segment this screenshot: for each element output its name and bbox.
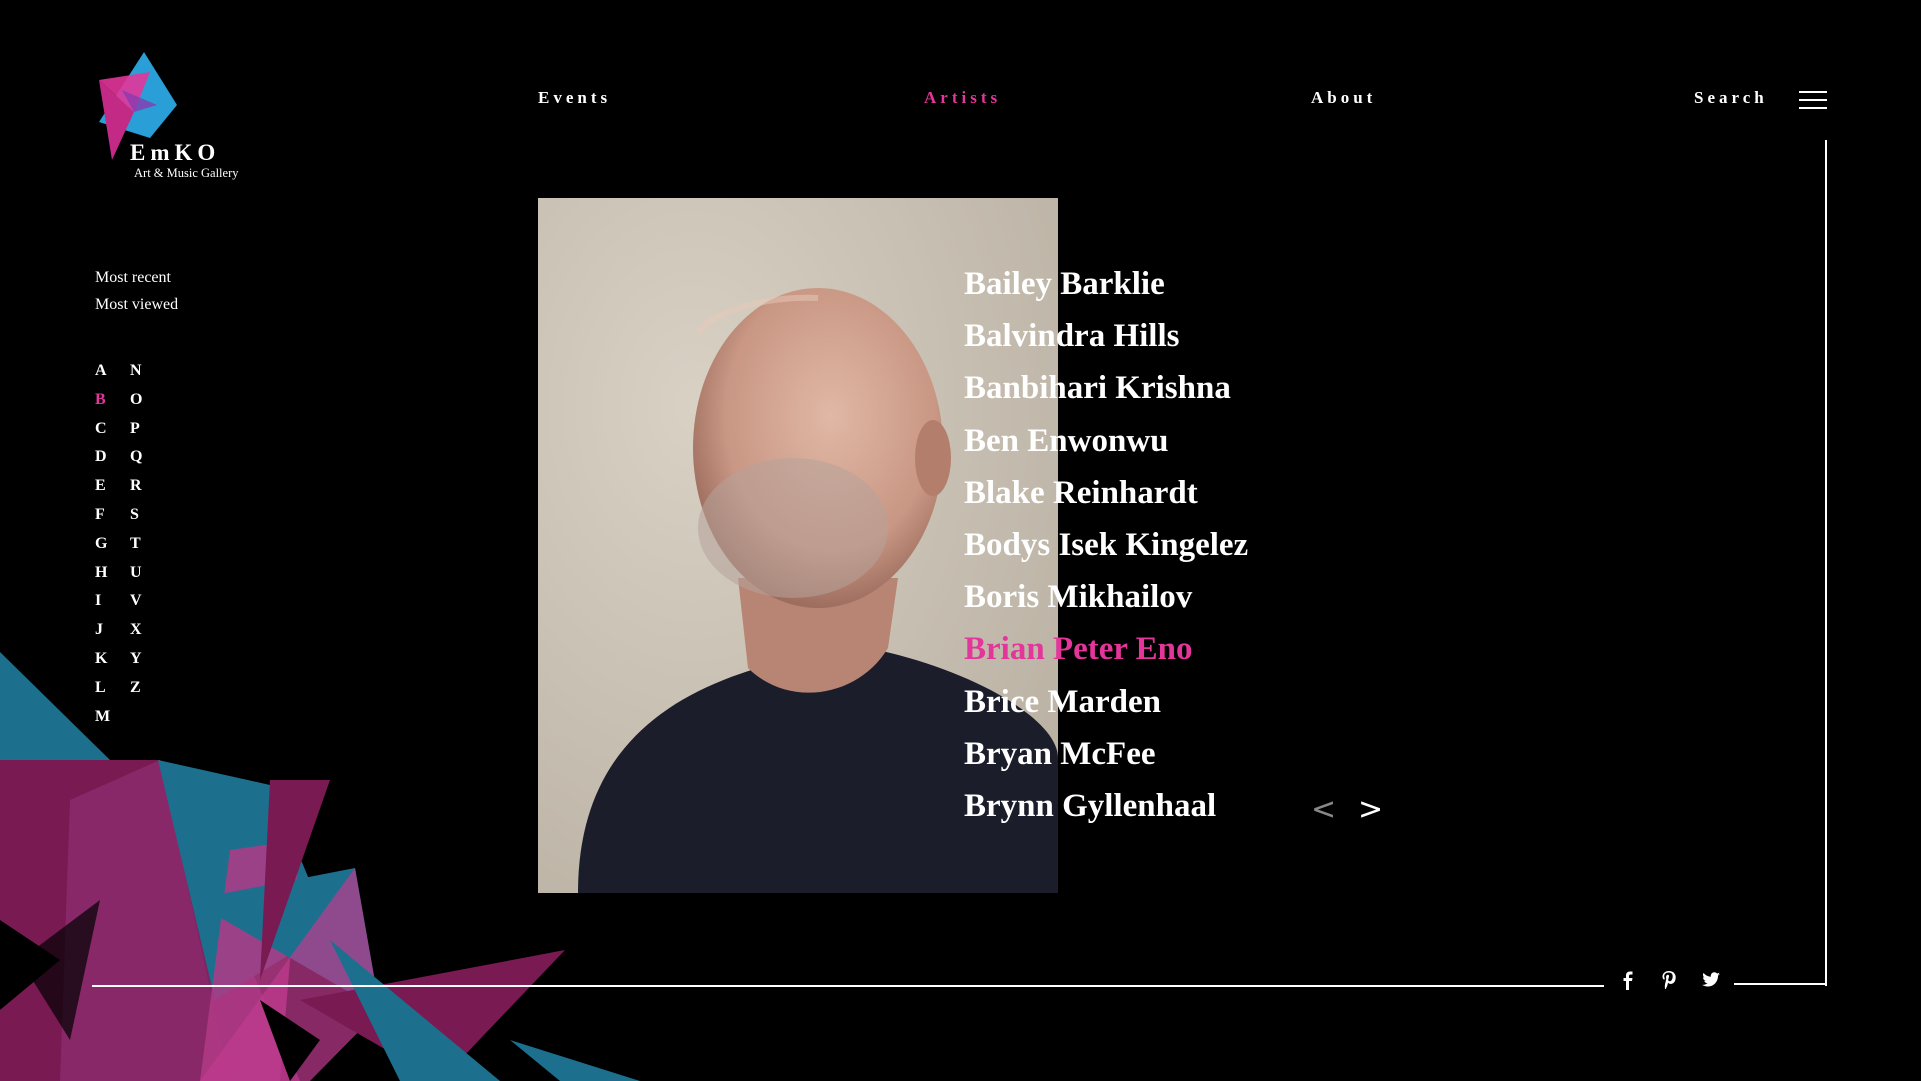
artist-item[interactable]: Blake Reinhardt	[964, 475, 1198, 512]
sort-most-recent[interactable]: Most recent	[95, 269, 171, 287]
alpha-letter-m[interactable]: M	[95, 708, 115, 726]
alpha-letter-n[interactable]: N	[130, 362, 150, 380]
frame-line-bottom	[92, 985, 1604, 987]
twitter-icon[interactable]	[1700, 968, 1722, 992]
artist-item[interactable]: Balvindra Hills	[964, 318, 1179, 355]
alpha-letter-d[interactable]: D	[95, 448, 115, 466]
logo-name: EmKO	[130, 140, 221, 165]
next-arrow-icon[interactable]: >	[1358, 792, 1383, 827]
pinterest-icon[interactable]	[1658, 968, 1680, 992]
artist-item[interactable]: Bailey Barklie	[964, 266, 1165, 303]
facebook-icon[interactable]	[1617, 968, 1639, 992]
nav-search[interactable]: Search	[1694, 88, 1768, 108]
nav-about[interactable]: About	[1311, 88, 1376, 108]
alpha-letter-b[interactable]: B	[95, 391, 115, 409]
alpha-letter-o[interactable]: O	[130, 391, 150, 409]
alpha-letter-e[interactable]: E	[95, 477, 115, 495]
alpha-letter-t[interactable]: T	[130, 535, 150, 553]
frame-line-right	[1825, 140, 1827, 986]
alpha-letter-r[interactable]: R	[130, 477, 150, 495]
sort-most-viewed[interactable]: Most viewed	[95, 296, 178, 314]
alpha-letter-h[interactable]: H	[95, 564, 115, 582]
alpha-letter-p[interactable]: P	[130, 420, 150, 438]
logo-tagline: Art & Music Gallery	[134, 166, 239, 180]
artist-item[interactable]: Brynn Gyllenhaal	[964, 788, 1216, 825]
alpha-letter-g[interactable]: G	[95, 535, 115, 553]
alpha-letter-l[interactable]: L	[95, 679, 115, 697]
artist-item[interactable]: Banbihari Krishna	[964, 370, 1231, 407]
alpha-letter-x[interactable]: X	[130, 621, 150, 639]
alpha-letter-v[interactable]: V	[130, 592, 150, 610]
alpha-letter-j[interactable]: J	[95, 621, 115, 639]
prev-arrow-icon[interactable]: <	[1311, 792, 1336, 827]
alpha-letter-q[interactable]: Q	[130, 448, 150, 466]
nav-artists[interactable]: Artists	[924, 88, 1001, 108]
artist-item[interactable]: Brian Peter Eno	[964, 631, 1193, 668]
alpha-letter-a[interactable]: A	[95, 362, 115, 380]
artist-item[interactable]: Brice Marden	[964, 684, 1161, 721]
alpha-letter-z[interactable]: Z	[130, 679, 150, 697]
frame-line-bottom-end	[1734, 983, 1827, 985]
artist-item[interactable]: Bryan McFee	[964, 736, 1156, 773]
alpha-letter-s[interactable]: S	[130, 506, 150, 524]
artist-item[interactable]: Bodys Isek Kingelez	[964, 527, 1248, 564]
alpha-letter-c[interactable]: C	[95, 420, 115, 438]
alpha-letter-f[interactable]: F	[95, 506, 115, 524]
alpha-letter-k[interactable]: K	[95, 650, 115, 668]
alpha-letter-y[interactable]: Y	[130, 650, 150, 668]
artist-item[interactable]: Boris Mikhailov	[964, 579, 1192, 616]
logo[interactable]: EmKO Art & Music Gallery	[92, 50, 262, 185]
artist-item[interactable]: Ben Enwonwu	[964, 423, 1169, 460]
hamburger-icon[interactable]	[1799, 91, 1827, 109]
nav-events[interactable]: Events	[538, 88, 611, 108]
alpha-letter-u[interactable]: U	[130, 564, 150, 582]
alpha-letter-i[interactable]: I	[95, 592, 115, 610]
